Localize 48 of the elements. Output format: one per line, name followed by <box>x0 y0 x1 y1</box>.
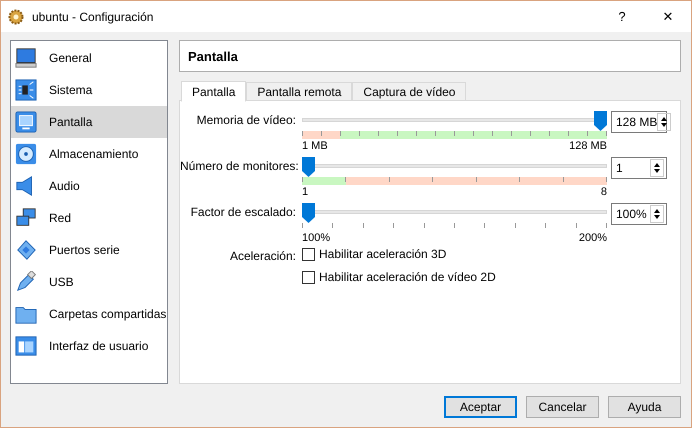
page-header: Pantalla <box>179 40 681 72</box>
slider[interactable] <box>302 111 607 131</box>
slider-label: Número de monitores: <box>180 158 296 173</box>
checkbox[interactable] <box>302 248 315 260</box>
monitor-icon <box>15 47 37 69</box>
max-label: 128 MB <box>569 140 607 152</box>
min-label: 100% <box>302 232 330 244</box>
sidebar-item[interactable]: Red <box>11 202 167 234</box>
checkbox-label: Habilitar aceleración 3D <box>319 247 446 261</box>
tab[interactable]: Pantalla remota <box>246 82 352 101</box>
tab[interactable]: Captura de vídeo <box>352 82 466 101</box>
serial-icon <box>15 239 37 261</box>
window-icon <box>15 335 37 357</box>
disk-icon <box>15 143 37 165</box>
checkbox[interactable] <box>302 270 315 284</box>
gear-icon <box>8 8 24 24</box>
sidebar-item[interactable]: Sistema <box>11 74 167 106</box>
slider[interactable] <box>302 203 607 223</box>
sidebar-item[interactable]: Carpetas compartidas <box>11 298 167 330</box>
min-label: 1 MB <box>302 140 328 152</box>
sidebar-item[interactable]: Audio <box>11 170 167 202</box>
spin-box[interactable]: 100% <box>611 203 667 225</box>
sidebar-item[interactable]: USB <box>11 266 167 298</box>
screen-icon <box>15 111 37 133</box>
window-title: ubuntu - Configuración <box>32 10 154 24</box>
max-label: 200% <box>578 232 607 244</box>
checkbox-label: Habilitar aceleración de vídeo 2D <box>319 270 496 284</box>
spin-box[interactable]: 1 <box>611 157 667 179</box>
max-label: 8 <box>600 186 607 198</box>
network-icon <box>15 207 37 229</box>
usb-icon <box>15 271 37 293</box>
dialog-button[interactable]: Aceptar <box>444 396 517 418</box>
chip-icon <box>15 79 37 101</box>
help-button[interactable]: ? <box>599 1 645 32</box>
sidebar-item[interactable]: General <box>11 42 167 74</box>
sidebar-item[interactable]: Pantalla <box>11 106 167 138</box>
acceleration-label: Aceleración: <box>228 248 296 265</box>
sidebar-item[interactable]: Puertos serie <box>11 234 167 266</box>
sidebar-item[interactable]: Almacenamiento <box>11 138 167 170</box>
min-label: 1 <box>302 186 308 198</box>
close-button[interactable]: ✕ <box>645 1 691 32</box>
dialog-button[interactable]: Cancelar <box>526 396 599 418</box>
sidebar-item[interactable]: Interfaz de usuario <box>11 330 167 362</box>
slider-label: Memoria de vídeo: <box>196 112 296 127</box>
slider-label: Factor de escalado: <box>190 204 296 219</box>
dialog-button[interactable]: Ayuda <box>608 396 681 418</box>
tab[interactable]: Pantalla <box>181 81 246 102</box>
slider[interactable] <box>302 157 607 177</box>
